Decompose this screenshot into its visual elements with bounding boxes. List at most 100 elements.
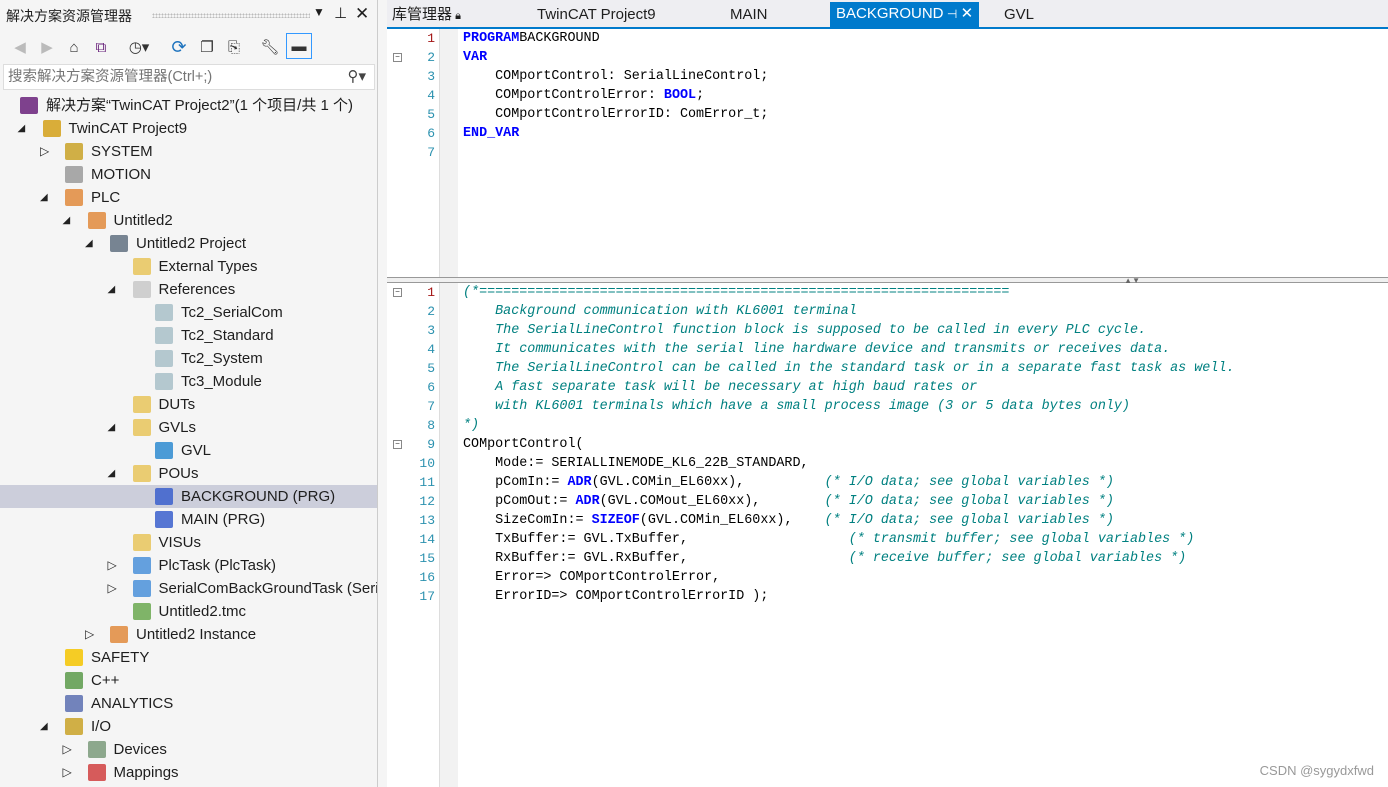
tree-item[interactable]: Untitled2.tmc [0,600,377,623]
collapsed-arrow-icon[interactable]: ▷ [85,623,94,646]
collapsed-arrow-icon[interactable]: ▷ [63,761,72,784]
tree-item[interactable]: ◢ PLC [0,186,377,209]
code-line[interactable]: (*======================================… [463,283,1009,302]
sync-icon[interactable]: ⟳ [168,36,190,58]
code-line[interactable]: COMportControlError: BOOL; [463,86,704,105]
collapsed-arrow-icon[interactable]: ▷ [108,554,117,577]
code-line[interactable]: The SerialLineControl can be called in t… [463,359,1234,378]
tree-item[interactable]: ▷ SerialComBackGroundTask (SerialComBackG… [0,577,377,600]
search-icon[interactable]: ⚲▾ [347,67,366,85]
code-line[interactable]: TxBuffer:= GVL.TxBuffer, (* transmit buf… [463,530,1194,549]
tree-item[interactable]: ANALYTICS [0,692,377,715]
tree-item[interactable]: SAFETY [0,646,377,669]
code-line[interactable]: VAR [463,48,487,67]
expanded-arrow-icon[interactable]: ◢ [63,209,71,232]
back-icon[interactable]: ◀ [9,36,31,58]
close-icon[interactable]: ✕ [355,4,369,24]
code-line[interactable]: PROGRAMBACKGROUND [463,29,600,48]
code-line[interactable]: Error=> COMportControlError, [463,568,720,587]
tree-item[interactable]: ◢ POUs [0,462,377,485]
tree-item[interactable]: VISUs [0,531,377,554]
expanded-arrow-icon[interactable]: ◢ [40,715,48,738]
collapsed-arrow-icon[interactable]: ▷ [40,140,49,163]
tree-item[interactable]: Tc2_System [0,347,377,370]
code-line[interactable]: END_VAR [463,124,519,143]
tree-item[interactable]: ◢ TwinCAT Project9 [0,117,377,140]
fold-toggle-icon[interactable]: − [393,53,402,62]
code-line[interactable]: COMportControl: SerialLineControl; [463,67,768,86]
implementation-pane[interactable]: 1− (*====================================… [387,283,1388,787]
declaration-pane[interactable]: 1 PROGRAMBACKGROUND 2− VAR 3 COMportControl:… [387,29,1388,277]
tree-item[interactable]: Tc2_Standard [0,324,377,347]
tree-item[interactable]: 解决方案“TwinCAT Project2”(1 个项目/共 1 个) [0,94,377,117]
expanded-arrow-icon[interactable]: ◢ [108,278,116,301]
code-line[interactable]: ErrorID=> COMportControlErrorID ); [463,587,768,606]
collapsed-arrow-icon[interactable]: ▷ [108,577,117,600]
tab-main[interactable]: MAIN [730,3,768,27]
expanded-arrow-icon[interactable]: ◢ [18,117,26,140]
tree-item[interactable]: ▷ Mappings [0,761,377,784]
history-icon[interactable]: ◷▾ [128,36,150,58]
tab-twincat-project9[interactable]: TwinCAT Project9 [537,3,656,27]
code-line[interactable]: COMportControlErrorID: ComError_t; [463,105,768,124]
forward-icon[interactable]: ▶ [36,36,58,58]
tree-item[interactable]: Tc3_Module [0,370,377,393]
tab-gvl[interactable]: GVL [1004,3,1034,27]
show-all-files-icon[interactable]: ⎘ [223,36,245,58]
fold-toggle-icon[interactable]: − [393,288,402,297]
expanded-arrow-icon[interactable]: ◢ [40,186,48,209]
tree-item[interactable]: ◢ Untitled2 [0,209,377,232]
search-box[interactable]: ⚲▾ [3,64,375,90]
tree-item[interactable]: ▷ SYSTEM [0,140,377,163]
tree-item[interactable]: ▷ Untitled2 Instance [0,623,377,646]
code-line[interactable]: It communicates with the serial line har… [463,340,1170,359]
home-icon[interactable]: ⌂ [63,36,85,58]
code-line[interactable]: pComOut:= ADR(GVL.COMout_EL60xx), (* I/O… [463,492,1114,511]
code-line[interactable]: A fast separate task will be necessary a… [463,378,977,397]
properties-wrench-icon[interactable]: 🔧︎ [259,36,281,58]
code-line[interactable]: RxBuffer:= GVL.RxBuffer, (* receive buff… [463,549,1186,568]
collapsed-arrow-icon[interactable]: ▷ [63,738,72,761]
tree-item[interactable]: C++ [0,669,377,692]
tree-item[interactable]: ▷ PlcTask (PlcTask) [0,554,377,577]
tree-item[interactable]: External Types [0,255,377,278]
expanded-arrow-icon[interactable]: ◢ [85,232,93,255]
code-line[interactable]: Background communication with KL6001 ter… [463,302,857,321]
tree-item[interactable]: ◢ GVLs [0,416,377,439]
fold-toggle-icon[interactable]: − [393,440,402,449]
pin-icon[interactable]: ⊥ [334,4,347,22]
tree-item[interactable]: DUTs [0,393,377,416]
pin-tab-icon[interactable]: ⊣ [944,7,961,21]
tree-item[interactable]: ◢ References [0,278,377,301]
code-line[interactable]: Mode:= SERIALLINEMODE_KL6_22B_STANDARD, [463,454,808,473]
expanded-arrow-icon[interactable]: ◢ [108,462,116,485]
comment: (* receive buffer; see global variables … [848,551,1187,566]
preview-icon[interactable]: ▬ [286,33,312,59]
close-tab-icon[interactable]: ✕ [961,5,974,22]
dropdown-icon[interactable]: ▼ [313,5,325,19]
tree-item[interactable]: ◢ Untitled2 Project [0,232,377,255]
tab-库管理器[interactable]: 库管理器 🔒︎ [392,3,461,27]
expanded-arrow-icon[interactable]: ◢ [108,416,116,439]
folder-open-icon [132,419,151,436]
tab-background[interactable]: BACKGROUND ⊣ ✕ [830,2,980,27]
code-line[interactable]: pComIn:= ADR(GVL.COMin_EL60xx), (* I/O d… [463,473,1114,492]
search-input[interactable] [4,65,324,89]
tree-item[interactable]: ▷ Devices [0,738,377,761]
code-line[interactable]: SizeComIn:= SIZEOF(GVL.COMin_EL60xx), (*… [463,511,1114,530]
tree-item[interactable]: ◢ I/O [0,715,377,738]
line-number: 7 [427,145,435,160]
collapse-all-icon[interactable]: ❐ [196,36,218,58]
tree-item[interactable]: MOTION [0,163,377,186]
tree-item[interactable]: MAIN (PRG) [0,508,377,531]
drag-grip[interactable] [152,13,310,18]
tree-item[interactable]: Tc2_SerialCom [0,301,377,324]
code-line[interactable]: *) [463,416,479,435]
code-line[interactable]: with KL6001 terminals which have a small… [463,397,1130,416]
code-line[interactable]: The SerialLineControl function block is … [463,321,1146,340]
tree-item[interactable]: GVL [0,439,377,462]
code-line[interactable]: COMportControl( [463,435,584,454]
comment: A fast separate task will be necessary a… [463,380,978,395]
vs-switch-views-icon[interactable]: ⧉ [90,36,112,58]
tree-item[interactable]: BACKGROUND (PRG) [0,485,377,508]
